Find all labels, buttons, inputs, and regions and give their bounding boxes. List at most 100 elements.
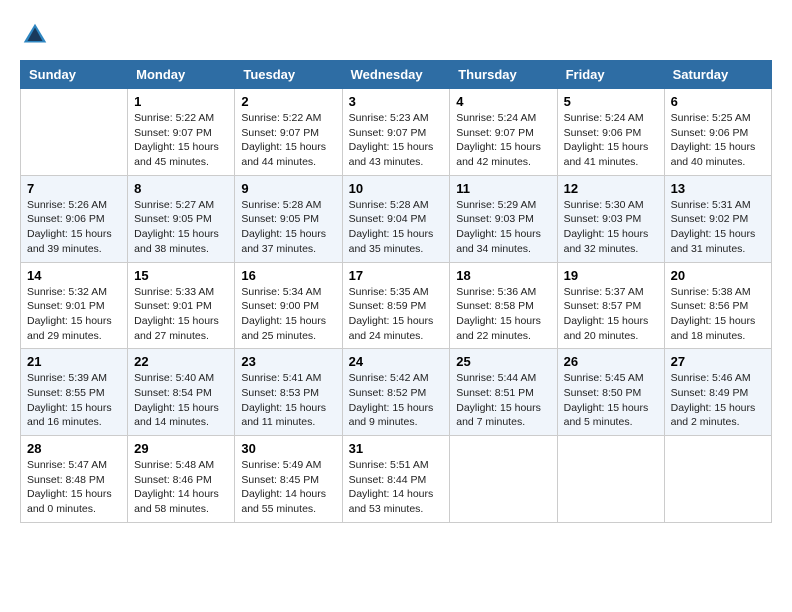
calendar-cell: 23 Sunrise: 5:41 AMSunset: 8:53 PMDayligh… [235, 349, 342, 436]
day-number: 10 [349, 181, 444, 196]
calendar-cell: 22 Sunrise: 5:40 AMSunset: 8:54 PMDayligh… [128, 349, 235, 436]
calendar-cell: 14 Sunrise: 5:32 AMSunset: 9:01 PMDayligh… [21, 262, 128, 349]
cell-info: Sunrise: 5:27 AMSunset: 9:05 PMDaylight:… [134, 198, 228, 257]
logo-icon [20, 20, 50, 50]
calendar-cell: 3Sunrise: 5:23 AMSunset: 9:07 PMDaylight… [342, 89, 450, 176]
cell-info: Sunrise: 5:44 AMSunset: 8:51 PMDaylight:… [456, 371, 550, 430]
calendar-cell: 29 Sunrise: 5:48 AMSunset: 8:46 PMDayligh… [128, 436, 235, 523]
calendar-cell: 19 Sunrise: 5:37 AMSunset: 8:57 PMDayligh… [557, 262, 664, 349]
calendar-week-2: 7 Sunrise: 5:26 AMSunset: 9:06 PMDaylight… [21, 175, 772, 262]
cell-info: Sunrise: 5:30 AMSunset: 9:03 PMDaylight:… [564, 198, 658, 257]
calendar-week-3: 14 Sunrise: 5:32 AMSunset: 9:01 PMDayligh… [21, 262, 772, 349]
day-number: 11 [456, 181, 550, 196]
cell-info: Sunrise: 5:23 AMSunset: 9:07 PMDaylight:… [349, 111, 444, 170]
calendar-header-row: SundayMondayTuesdayWednesdayThursdayFrid… [21, 61, 772, 89]
logo [20, 20, 54, 50]
day-number: 14 [27, 268, 121, 283]
calendar-cell: 4 Sunrise: 5:24 AMSunset: 9:07 PMDaylight… [450, 89, 557, 176]
day-number: 2 [241, 94, 335, 109]
day-number: 12 [564, 181, 658, 196]
day-number: 18 [456, 268, 550, 283]
cell-info: Sunrise: 5:24 AMSunset: 9:07 PMDaylight:… [456, 111, 550, 170]
day-number: 8 [134, 181, 228, 196]
day-number: 22 [134, 354, 228, 369]
calendar-cell [664, 436, 771, 523]
day-number: 29 [134, 441, 228, 456]
col-header-friday: Friday [557, 61, 664, 89]
day-number: 28 [27, 441, 121, 456]
cell-info: Sunrise: 5:36 AMSunset: 8:58 PMDaylight:… [456, 285, 550, 344]
calendar-cell: 8 Sunrise: 5:27 AMSunset: 9:05 PMDaylight… [128, 175, 235, 262]
col-header-saturday: Saturday [664, 61, 771, 89]
calendar-cell: 11 Sunrise: 5:29 AMSunset: 9:03 PMDayligh… [450, 175, 557, 262]
cell-info: Sunrise: 5:40 AMSunset: 8:54 PMDaylight:… [134, 371, 228, 430]
calendar-cell: 12 Sunrise: 5:30 AMSunset: 9:03 PMDayligh… [557, 175, 664, 262]
calendar-week-5: 28Sunrise: 5:47 AMSunset: 8:48 PMDayligh… [21, 436, 772, 523]
calendar-cell: 16 Sunrise: 5:34 AMSunset: 9:00 PMDayligh… [235, 262, 342, 349]
calendar-cell: 28Sunrise: 5:47 AMSunset: 8:48 PMDayligh… [21, 436, 128, 523]
col-header-tuesday: Tuesday [235, 61, 342, 89]
col-header-sunday: Sunday [21, 61, 128, 89]
day-number: 23 [241, 354, 335, 369]
cell-info: Sunrise: 5:39 AMSunset: 8:55 PMDaylight:… [27, 371, 121, 430]
cell-info: Sunrise: 5:46 AMSunset: 8:49 PMDaylight:… [671, 371, 765, 430]
cell-info: Sunrise: 5:31 AMSunset: 9:02 PMDaylight:… [671, 198, 765, 257]
calendar-cell: 2 Sunrise: 5:22 AMSunset: 9:07 PMDaylight… [235, 89, 342, 176]
calendar-cell: 17Sunrise: 5:35 AMSunset: 8:59 PMDayligh… [342, 262, 450, 349]
day-number: 9 [241, 181, 335, 196]
calendar-cell: 6 Sunrise: 5:25 AMSunset: 9:06 PMDaylight… [664, 89, 771, 176]
calendar-cell: 7 Sunrise: 5:26 AMSunset: 9:06 PMDaylight… [21, 175, 128, 262]
calendar-cell: 18 Sunrise: 5:36 AMSunset: 8:58 PMDayligh… [450, 262, 557, 349]
cell-info: Sunrise: 5:48 AMSunset: 8:46 PMDaylight:… [134, 458, 228, 517]
day-number: 16 [241, 268, 335, 283]
day-number: 13 [671, 181, 765, 196]
calendar-cell: 9Sunrise: 5:28 AMSunset: 9:05 PMDaylight… [235, 175, 342, 262]
cell-info: Sunrise: 5:33 AMSunset: 9:01 PMDaylight:… [134, 285, 228, 344]
cell-info: Sunrise: 5:42 AMSunset: 8:52 PMDaylight:… [349, 371, 444, 430]
calendar-cell: 13 Sunrise: 5:31 AMSunset: 9:02 PMDayligh… [664, 175, 771, 262]
day-number: 6 [671, 94, 765, 109]
calendar-cell [21, 89, 128, 176]
cell-info: Sunrise: 5:29 AMSunset: 9:03 PMDaylight:… [456, 198, 550, 257]
day-number: 27 [671, 354, 765, 369]
calendar-cell: 31 Sunrise: 5:51 AMSunset: 8:44 PMDayligh… [342, 436, 450, 523]
col-header-monday: Monday [128, 61, 235, 89]
cell-info: Sunrise: 5:49 AMSunset: 8:45 PMDaylight:… [241, 458, 335, 517]
cell-info: Sunrise: 5:51 AMSunset: 8:44 PMDaylight:… [349, 458, 444, 517]
calendar-cell: 1Sunrise: 5:22 AMSunset: 9:07 PMDaylight… [128, 89, 235, 176]
cell-info: Sunrise: 5:24 AMSunset: 9:06 PMDaylight:… [564, 111, 658, 170]
day-number: 31 [349, 441, 444, 456]
cell-info: Sunrise: 5:22 AMSunset: 9:07 PMDaylight:… [241, 111, 335, 170]
calendar-cell: 10Sunrise: 5:28 AMSunset: 9:04 PMDayligh… [342, 175, 450, 262]
day-number: 7 [27, 181, 121, 196]
cell-info: Sunrise: 5:37 AMSunset: 8:57 PMDaylight:… [564, 285, 658, 344]
calendar-table: SundayMondayTuesdayWednesdayThursdayFrid… [20, 60, 772, 523]
day-number: 20 [671, 268, 765, 283]
day-number: 26 [564, 354, 658, 369]
day-number: 4 [456, 94, 550, 109]
calendar-cell: 30 Sunrise: 5:49 AMSunset: 8:45 PMDayligh… [235, 436, 342, 523]
day-number: 25 [456, 354, 550, 369]
cell-info: Sunrise: 5:32 AMSunset: 9:01 PMDaylight:… [27, 285, 121, 344]
cell-info: Sunrise: 5:41 AMSunset: 8:53 PMDaylight:… [241, 371, 335, 430]
col-header-wednesday: Wednesday [342, 61, 450, 89]
calendar-cell: 26 Sunrise: 5:45 AMSunset: 8:50 PMDayligh… [557, 349, 664, 436]
calendar-week-4: 21 Sunrise: 5:39 AMSunset: 8:55 PMDayligh… [21, 349, 772, 436]
day-number: 19 [564, 268, 658, 283]
calendar-cell: 5 Sunrise: 5:24 AMSunset: 9:06 PMDaylight… [557, 89, 664, 176]
calendar-cell: 24 Sunrise: 5:42 AMSunset: 8:52 PMDayligh… [342, 349, 450, 436]
day-number: 30 [241, 441, 335, 456]
cell-info: Sunrise: 5:45 AMSunset: 8:50 PMDaylight:… [564, 371, 658, 430]
calendar-cell: 27 Sunrise: 5:46 AMSunset: 8:49 PMDayligh… [664, 349, 771, 436]
day-number: 24 [349, 354, 444, 369]
page-header [20, 20, 772, 50]
calendar-week-1: 1Sunrise: 5:22 AMSunset: 9:07 PMDaylight… [21, 89, 772, 176]
day-number: 5 [564, 94, 658, 109]
cell-info: Sunrise: 5:26 AMSunset: 9:06 PMDaylight:… [27, 198, 121, 257]
cell-info: Sunrise: 5:25 AMSunset: 9:06 PMDaylight:… [671, 111, 765, 170]
day-number: 21 [27, 354, 121, 369]
cell-info: Sunrise: 5:34 AMSunset: 9:00 PMDaylight:… [241, 285, 335, 344]
cell-info: Sunrise: 5:22 AMSunset: 9:07 PMDaylight:… [134, 111, 228, 170]
col-header-thursday: Thursday [450, 61, 557, 89]
calendar-cell [450, 436, 557, 523]
